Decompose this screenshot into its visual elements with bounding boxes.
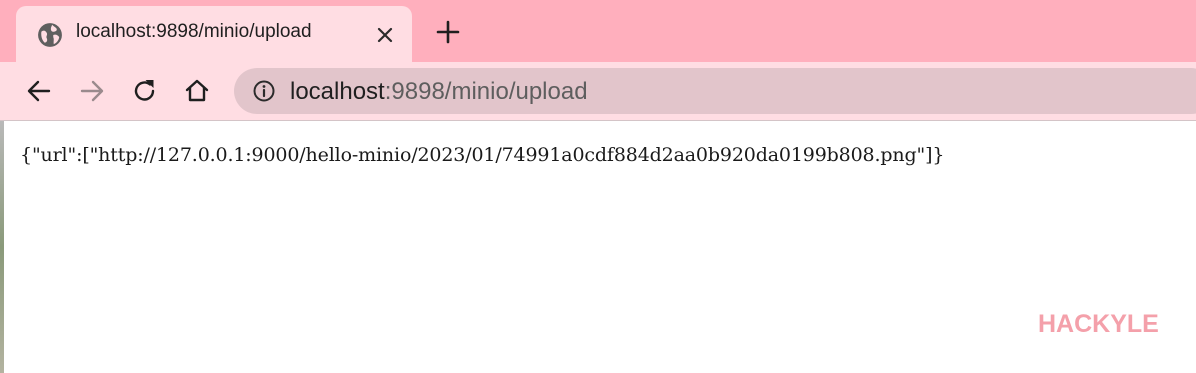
reload-icon[interactable] — [131, 77, 159, 105]
address-bar[interactable]: localhost:9898/minio/upload — [234, 68, 1196, 114]
watermark: HACKYLE — [1038, 310, 1159, 338]
close-icon[interactable] — [374, 24, 396, 46]
active-tab[interactable]: localhost:9898/minio/upload — [16, 6, 412, 62]
address-url[interactable]: localhost:9898/minio/upload — [290, 78, 588, 106]
browser-window: localhost:9898/minio/upload localhost:98… — [0, 0, 1196, 373]
forward-arrow-icon[interactable] — [78, 77, 106, 105]
window-edge — [0, 121, 4, 373]
toolbar: localhost:9898/minio/upload — [0, 62, 1196, 120]
url-path: :9898/minio/upload — [384, 78, 588, 105]
globe-icon — [38, 23, 62, 47]
tab-title: localhost:9898/minio/upload — [76, 21, 312, 42]
json-response-text: {"url":["http://127.0.0.1:9000/hello-min… — [20, 144, 945, 166]
tab-strip: localhost:9898/minio/upload — [0, 0, 1196, 62]
home-icon[interactable] — [183, 77, 211, 105]
toolbar-divider — [0, 120, 1196, 121]
plus-icon[interactable] — [434, 18, 462, 46]
url-host: localhost — [290, 78, 385, 105]
info-icon[interactable] — [252, 79, 276, 103]
back-arrow-icon[interactable] — [25, 77, 53, 105]
